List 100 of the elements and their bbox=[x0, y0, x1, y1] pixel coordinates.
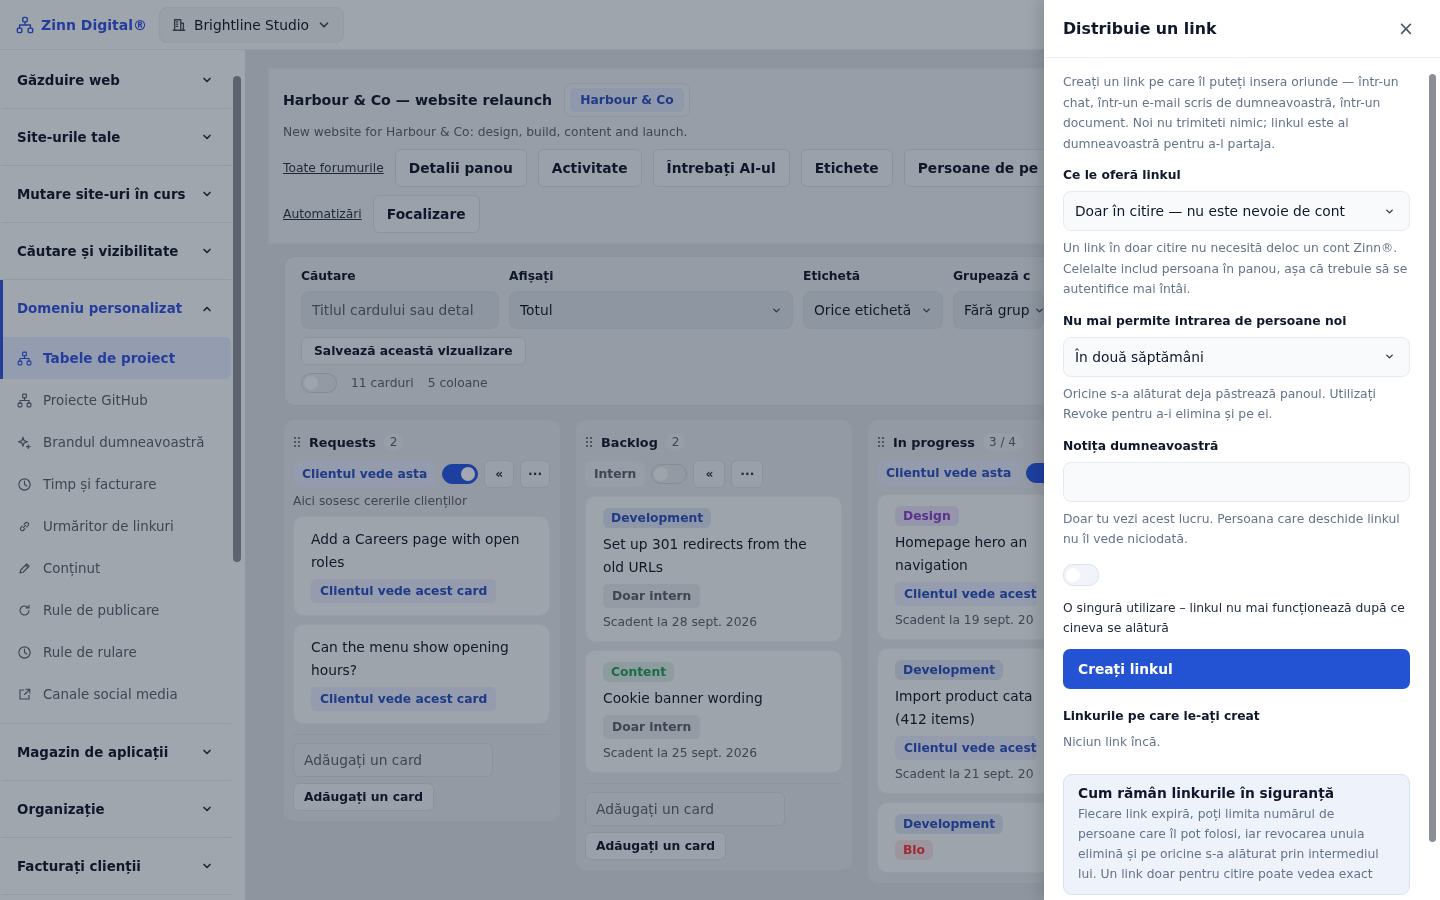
filter-dropdown[interactable]: Totul bbox=[509, 291, 793, 329]
add-card-field[interactable]: Adăugați un card bbox=[585, 792, 785, 826]
task-card[interactable]: Can the menu show opening hours? Clientul vede acest card bbox=[293, 624, 550, 724]
help-text: Doar tu vezi acest lucru. Persoana care deschide linkul nu îl vede niciodată. bbox=[1063, 510, 1401, 548]
board-tab-button[interactable]: Persoane de pe bbox=[903, 149, 1044, 187]
task-card[interactable]: Design Homepage hero an navigation Clientul vede acest Scadent la 19 sept. 20 bbox=[877, 494, 1044, 640]
column-count: 5 coloane bbox=[427, 376, 488, 390]
toggle-switch[interactable] bbox=[651, 464, 688, 484]
drawer-intro: Creați un link pe care îl puteți insera oriunde — într-un chat, într-un e-mail scris de dumneavoastră, într-un document. Noi nu trimiteti nimic; linkul este al dumneavoastră pentru a-l partaja. bbox=[1063, 74, 1400, 153]
pencil-icon bbox=[17, 560, 32, 576]
field-label: Notița dumneavoastră bbox=[1063, 438, 1220, 453]
scrollbar[interactable] bbox=[1429, 74, 1436, 842]
board-tab-button[interactable]: Întrebați AI-ul bbox=[652, 149, 790, 187]
sidebar-item[interactable]: Conținut bbox=[0, 547, 231, 589]
drag-handle-icon[interactable] bbox=[293, 436, 301, 448]
filter-dropdown[interactable]: Orice etichetă bbox=[803, 291, 943, 329]
workspace-dropdown[interactable]: Brightline Studio bbox=[158, 6, 345, 43]
sidebar-item[interactable]: Proiecte GitHub bbox=[0, 379, 231, 421]
board-link[interactable]: Automatizări bbox=[283, 207, 362, 221]
board-tab-button[interactable]: Detalii panou bbox=[394, 149, 527, 187]
column-count-badge: 2 bbox=[665, 433, 686, 451]
sidebar-item[interactable]: Canale social media bbox=[0, 673, 231, 715]
filter-label: Căutare bbox=[301, 269, 357, 283]
visibility-label: Clientul vede asta bbox=[877, 460, 1021, 486]
search-field[interactable]: Titlul cardului sau detal bbox=[301, 291, 499, 329]
board-tab-button[interactable]: Etichete bbox=[800, 149, 893, 187]
card-tag: Development bbox=[895, 814, 1004, 834]
toggle-label: O singură utilizare – linkul nu mai funcționează după ce cineva se alătură bbox=[1063, 599, 1406, 637]
empty-state-text: Niciun link încă. bbox=[1063, 733, 1162, 751]
task-card[interactable]: Development Blo bbox=[877, 802, 1044, 873]
board-tab-button[interactable]: Focalizare bbox=[372, 195, 480, 233]
sidebar-item[interactable]: Urmăritor de linkuri bbox=[0, 505, 231, 547]
visibility-badge: Doar intern bbox=[603, 584, 701, 608]
visibility-label: Intern bbox=[585, 461, 646, 487]
task-card[interactable]: Development Import product cata (412 items) Clientul vede acest Scadent la 21 sept. 20 bbox=[877, 648, 1044, 794]
column-title: Requests bbox=[309, 434, 376, 450]
task-card[interactable]: Development Set up 301 redirects from the old URLs Doar intern Scadent la 28 sept. 2026 bbox=[585, 496, 842, 642]
help-text: Un link în doar citire nu necesită deloc un cont Zinn®. Celelalte includ persoana în panou, așa că trebuie să se autentifice mai întâi. bbox=[1063, 240, 1409, 298]
due-date: Scadent la 28 sept. 2026 bbox=[603, 615, 758, 629]
info-text: Fiecare link expiră, poți limita numărul de persoane care îl pot folosi, iar revocarea unuia elimină și pe oricine s-a alăturat prin intermediul lui. Un link doar pentru citire poate vedea exact bbox=[1078, 806, 1380, 883]
sidebar-section[interactable]: Magazin de aplicații bbox=[0, 724, 231, 781]
board-link[interactable]: Toate forumurile bbox=[283, 161, 384, 175]
save-view-button[interactable]: Salvează această vizualizare bbox=[301, 337, 526, 365]
chevron-down-icon bbox=[1384, 351, 1395, 362]
scrollbar[interactable] bbox=[233, 76, 241, 562]
card-title: Homepage hero an navigation bbox=[895, 533, 1029, 575]
dropdown[interactable]: Doar în citire — nu este nevoie de cont bbox=[1063, 191, 1410, 231]
column-description: Aici sosesc cererile clienților bbox=[293, 494, 469, 508]
sidebar-section[interactable]: Căutare și vizibilitate bbox=[0, 223, 231, 280]
card-title: Import product cata (412 items) bbox=[895, 687, 1034, 729]
client-tag: Harbour & Co bbox=[570, 88, 684, 112]
task-card[interactable]: Add a Careers page with open roles Clientul vede acest card bbox=[293, 516, 550, 616]
drag-handle-icon[interactable] bbox=[877, 436, 885, 448]
task-card[interactable]: Content Cookie banner wording Doar intern Scadent la 25 sept. 2026 bbox=[585, 650, 842, 773]
visibility-badge: Clientul vede acest bbox=[895, 736, 1037, 760]
filter-label: Etichetă bbox=[803, 269, 862, 283]
create-link-button[interactable]: Creați linkul bbox=[1063, 648, 1410, 689]
column-count-badge: 3 / 4 bbox=[983, 433, 1022, 451]
toggle-switch[interactable] bbox=[301, 373, 337, 393]
collapse-button[interactable]: « bbox=[484, 460, 515, 488]
card-title: Set up 301 redirects from the old URLs bbox=[603, 535, 808, 577]
sidebar-item[interactable]: Brandul dumneavoastră bbox=[0, 421, 231, 463]
more-button[interactable]: ··· bbox=[520, 460, 550, 488]
close-button[interactable]: × bbox=[1394, 19, 1418, 38]
sidebar-item[interactable]: Rule de publicare bbox=[0, 589, 231, 631]
sidebar-section[interactable]: Facturați clienții bbox=[0, 838, 231, 895]
card-tag: Content bbox=[603, 662, 675, 682]
card-count: 11 carduri bbox=[351, 376, 414, 390]
section-heading: Linkurile pe care le-ați creat bbox=[1063, 708, 1261, 723]
sparkle-icon bbox=[17, 434, 32, 450]
more-button[interactable]: ··· bbox=[731, 460, 764, 488]
help-text: Oricine s-a alăturat deja păstrează panoul. Utilizați Revoke pentru a-i elimina și pe ei. bbox=[1063, 385, 1377, 423]
board-title: Harbour & Co — website relaunch bbox=[283, 92, 553, 108]
card-tag: Blo bbox=[895, 840, 934, 860]
visibility-badge: Doar intern bbox=[603, 715, 701, 739]
brand-logo[interactable]: Zinn Digital® bbox=[16, 15, 147, 34]
add-card-button[interactable]: Adăugați un card bbox=[293, 783, 435, 811]
card-title: Add a Careers page with open roles bbox=[311, 530, 521, 572]
sidebar-section[interactable]: Organizație bbox=[0, 781, 231, 838]
drag-handle-icon[interactable] bbox=[585, 436, 593, 448]
add-card-field[interactable]: Adăugați un card bbox=[293, 743, 493, 777]
board-tab-button[interactable]: Activitate bbox=[537, 149, 642, 187]
building-icon bbox=[171, 17, 186, 32]
sidebar-section[interactable]: Găzduire web bbox=[0, 52, 231, 109]
filter-label: Afișați bbox=[509, 269, 555, 283]
add-card-button[interactable]: Adăugați un card bbox=[585, 832, 727, 860]
toggle-switch[interactable] bbox=[442, 464, 479, 484]
sidebar-item[interactable]: Timp și facturare bbox=[0, 463, 231, 505]
sidebar-item[interactable]: Tabele de proiect bbox=[0, 337, 231, 379]
sidebar-section[interactable]: Mutare site-uri în curs bbox=[0, 166, 231, 223]
sidebar-section[interactable]: Site-urile tale bbox=[0, 109, 231, 166]
sidebar-item[interactable]: Rule de rulare bbox=[0, 631, 231, 673]
collapse-button[interactable]: « bbox=[693, 460, 726, 488]
filter-dropdown[interactable]: Fără grup bbox=[953, 291, 1044, 329]
board-description: New website for Harbour & Co: design, build, content and launch. bbox=[283, 125, 689, 139]
clock-icon bbox=[17, 476, 32, 492]
dropdown[interactable]: În două săptămâni bbox=[1063, 336, 1410, 377]
note-field[interactable] bbox=[1063, 461, 1410, 502]
card-tag: Development bbox=[603, 508, 712, 528]
field-label: Nu mai permite intrarea de persoane noi bbox=[1063, 313, 1348, 328]
